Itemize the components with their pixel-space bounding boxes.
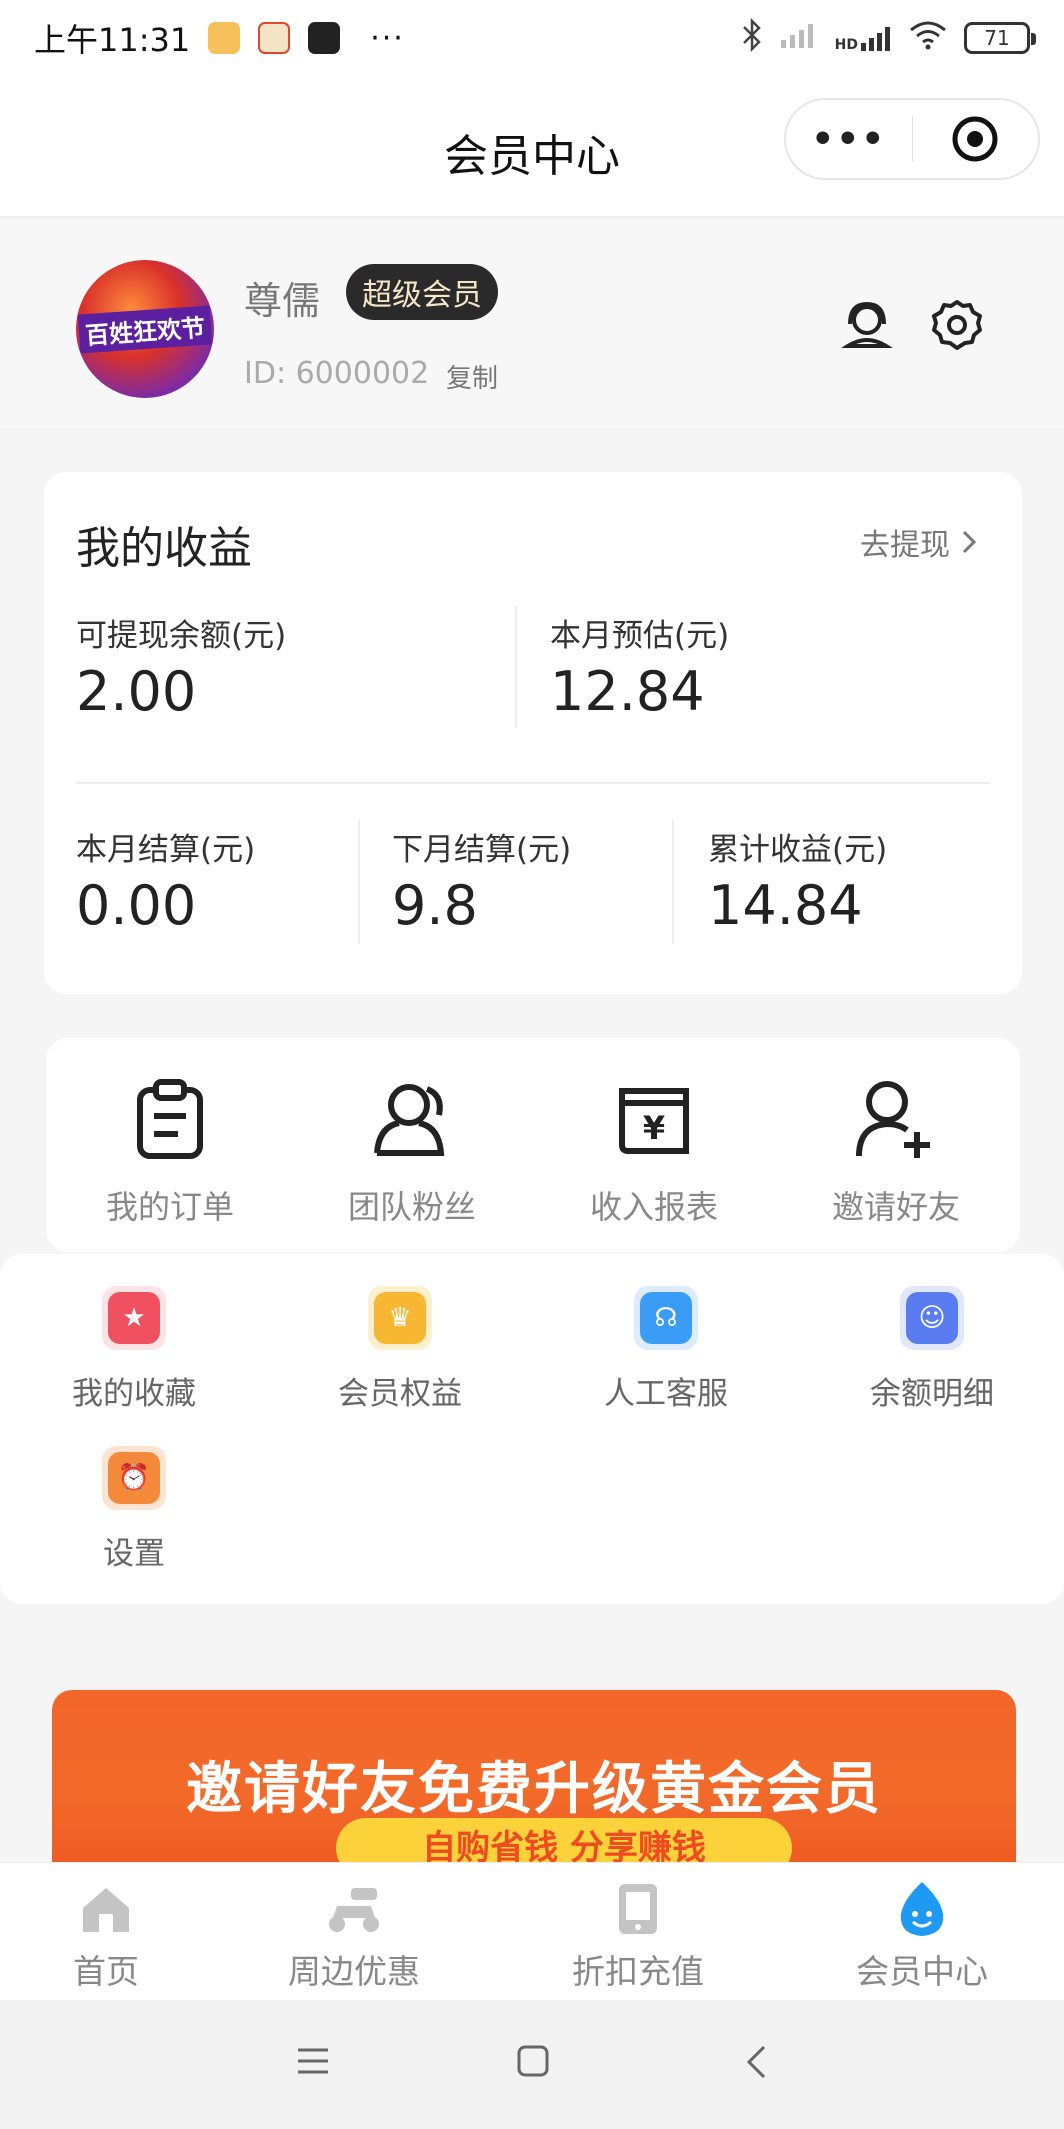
gear-icon (932, 300, 982, 350)
weibo-app-icon (258, 22, 291, 54)
quick-item-label: 邀请好友 (831, 1188, 960, 1226)
tab-recharge[interactable]: 折扣充值 (538, 1881, 738, 1993)
alarm-icon: ⏰ (102, 1446, 166, 1510)
service-item-label: 余额明细 (870, 1376, 994, 1412)
wifi-icon (908, 20, 948, 57)
quick-menu: 我的订单 团队粉丝 ¥ 收入报表 邀请好友 (46, 1038, 1020, 1252)
next-month-settled-value: 9.8 (392, 874, 478, 937)
mini-program-capsule: ••• (784, 98, 1040, 180)
quick-item-invite[interactable]: 邀请好友 (796, 1074, 996, 1228)
hd-signal-icon: HD (835, 23, 892, 53)
divider (672, 820, 674, 944)
tiktok-app-icon (308, 22, 341, 54)
team-icon (374, 1084, 445, 1156)
withdrawable-label: 可提现余额(元) (76, 618, 287, 654)
signal-icon (779, 20, 819, 57)
square-icon (517, 2045, 549, 2077)
headset-icon (841, 301, 893, 348)
wallet-icon: ☺ (900, 1286, 964, 1350)
notes-app-icon (208, 22, 241, 54)
tab-member-center[interactable]: 会员中心 (822, 1881, 1022, 1993)
bottom-tab-bar: 首页 周边优惠 折扣充值 会员中心 (0, 1862, 1064, 2000)
user-name: 尊儒 (244, 279, 321, 323)
more-notifications-icon: ··· (370, 20, 405, 56)
status-bar: 上午11:31 ··· HD 71 (0, 0, 1064, 76)
home-icon (83, 1888, 129, 1932)
profile-header: 百姓狂欢节 尊儒 超级会员 ID: 6000002 复制 (0, 216, 1064, 428)
quick-item-label: 我的订单 (105, 1188, 234, 1226)
next-month-settled-label: 下月结算(元) (392, 832, 572, 868)
member-level-badge: 超级会员 (346, 264, 498, 320)
quick-item-income-report[interactable]: ¥ 收入报表 (554, 1074, 754, 1228)
avatar-text: 百姓狂欢节 (77, 304, 213, 354)
service-item-member-benefits[interactable]: ♛ 会员权益 (320, 1286, 480, 1413)
service-item-settings[interactable]: ⏰ 设置 (54, 1446, 214, 1573)
total-earnings-value: 14.84 (708, 874, 863, 937)
customer-service-button[interactable] (840, 298, 894, 356)
service-item-balance-detail[interactable]: ☺ 余额明细 (852, 1286, 1012, 1413)
withdrawable-value: 2.00 (76, 660, 197, 723)
service-item-label: 设置 (103, 1536, 165, 1572)
star-icon: ★ (102, 1286, 166, 1350)
earnings-title: 我的收益 (76, 523, 252, 574)
back-button[interactable] (744, 2044, 768, 2084)
tab-label: 折扣充值 (572, 1952, 704, 1991)
battery-indicator: 71 (964, 22, 1036, 54)
divider (515, 606, 517, 728)
headset-icon: ☊ (634, 1286, 698, 1350)
divider (358, 820, 360, 944)
scooter-icon (329, 1888, 379, 1932)
status-time: 上午11:31 (34, 21, 191, 59)
settings-button[interactable] (930, 298, 984, 356)
nav-bar: 会员中心 ••• (0, 76, 1064, 216)
month-settled-value: 0.00 (76, 874, 197, 937)
menu-icon (298, 2048, 328, 2074)
home-button[interactable] (516, 2044, 550, 2082)
service-item-label: 人工客服 (604, 1376, 728, 1412)
recent-apps-button[interactable] (296, 2044, 330, 2082)
chevron-right-icon (962, 530, 977, 554)
add-user-icon (856, 1081, 930, 1158)
earnings-card: 我的收益 去提现 可提现余额(元) 2.00 本月预估(元) 12.84 本月结… (44, 472, 1022, 994)
close-mini-program-button[interactable] (912, 114, 1038, 164)
month-estimate-label: 本月预估(元) (550, 618, 730, 654)
quick-item-label: 收入报表 (589, 1188, 718, 1226)
tab-label: 周边优惠 (288, 1952, 420, 1991)
bluetooth-icon (741, 17, 763, 59)
copy-id-button[interactable]: 复制 (446, 358, 498, 395)
quick-item-orders[interactable]: 我的订单 (70, 1074, 270, 1228)
service-item-favorites[interactable]: ★ 我的收藏 (54, 1286, 214, 1413)
system-nav-bar (0, 2000, 1064, 2129)
banner-title: 邀请好友免费升级黄金会员 (186, 1757, 882, 1822)
more-menu-button[interactable]: ••• (786, 119, 912, 160)
withdraw-link[interactable]: 去提现 (860, 520, 978, 564)
tab-home[interactable]: 首页 (6, 1881, 206, 1993)
quick-item-team[interactable]: 团队粉丝 (312, 1074, 512, 1228)
tab-label: 会员中心 (856, 1952, 988, 1991)
tab-nearby[interactable]: 周边优惠 (254, 1881, 454, 1993)
svg-text:¥: ¥ (643, 1109, 665, 1147)
service-item-label: 我的收藏 (72, 1376, 196, 1412)
crown-icon: ♛ (368, 1286, 432, 1350)
banner-subtitle: 自购省钱 分享赚钱 (336, 1818, 792, 1864)
user-id: ID: 6000002 (244, 356, 430, 391)
month-settled-label: 本月结算(元) (76, 832, 256, 868)
service-item-label: 会员权益 (338, 1376, 462, 1412)
divider (76, 782, 990, 784)
avatar[interactable]: 百姓狂欢节 (76, 260, 214, 398)
withdraw-label: 去提现 (860, 528, 950, 563)
quick-item-label: 团队粉丝 (347, 1188, 476, 1226)
services-grid: ★ 我的收藏 ♛ 会员权益 ☊ 人工客服 ☺ 余额明细 ⏰ 设置 (0, 1254, 1064, 1604)
tab-label: 首页 (73, 1952, 139, 1991)
service-item-customer-service[interactable]: ☊ 人工客服 (586, 1286, 746, 1413)
chevron-left-icon (746, 2045, 766, 2079)
member-icon (900, 1882, 944, 1936)
total-earnings-label: 累计收益(元) (708, 832, 888, 868)
target-icon (952, 116, 998, 162)
invite-banner[interactable]: 邀请好友免费升级黄金会员 自购省钱 分享赚钱 (52, 1690, 1016, 1864)
clipboard-icon (137, 1079, 203, 1159)
tablet-icon (619, 1884, 657, 1934)
month-estimate-value: 12.84 (550, 660, 705, 723)
yen-report-icon: ¥ (619, 1088, 689, 1154)
